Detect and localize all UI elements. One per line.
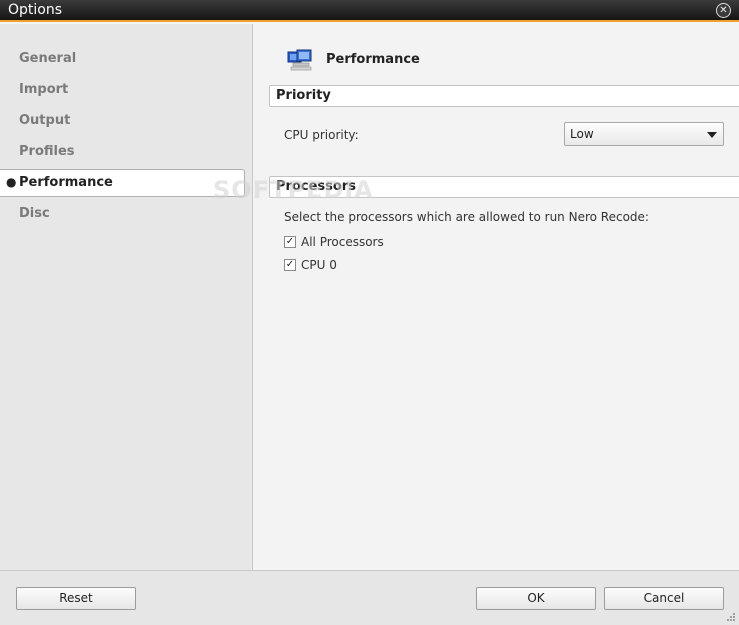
chevron-down-icon	[707, 132, 717, 138]
resize-grip-icon[interactable]	[726, 612, 736, 622]
reset-button[interactable]: Reset	[16, 587, 136, 610]
sidebar-item-label: Disc	[19, 206, 50, 221]
checkbox-label: CPU 0	[301, 258, 337, 272]
watermark: SOFTPEDIA	[213, 176, 374, 204]
computers-icon	[287, 49, 312, 71]
title-bar: Options ✕	[0, 0, 739, 22]
sidebar-item-label: Performance	[19, 175, 113, 190]
priority-section-header: Priority	[269, 85, 739, 107]
sidebar-item-label: Import	[19, 82, 69, 97]
sidebar-item-label: Profiles	[19, 144, 75, 159]
content-panel: Performance Priority CPU priority: Low P…	[254, 24, 739, 570]
selected-bullet-icon: ●	[6, 175, 17, 189]
sidebar-item-general[interactable]: General	[0, 46, 245, 73]
page-title: Performance	[326, 52, 420, 67]
sidebar-item-performance[interactable]: ● Performance	[0, 169, 245, 197]
checkmark-icon[interactable]: ✓	[284, 259, 296, 271]
cpu-priority-select[interactable]: Low	[564, 122, 724, 146]
sidebar-item-import[interactable]: Import	[0, 77, 245, 104]
sidebar: General Import Output Profiles ● Perform…	[0, 24, 253, 570]
section-title: Priority	[276, 88, 331, 103]
sidebar-item-label: General	[19, 51, 77, 66]
footer-bar: Reset OK Cancel	[0, 570, 739, 625]
close-icon[interactable]: ✕	[716, 3, 731, 18]
sidebar-item-output[interactable]: Output	[0, 108, 245, 135]
sidebar-item-disc[interactable]: Disc	[0, 201, 245, 228]
checkmark-icon[interactable]: ✓	[284, 236, 296, 248]
processors-instruction: Select the processors which are allowed …	[284, 210, 649, 224]
ok-button[interactable]: OK	[476, 587, 596, 610]
cancel-button[interactable]: Cancel	[604, 587, 724, 610]
sidebar-item-profiles[interactable]: Profiles	[0, 139, 245, 166]
cpu-priority-label: CPU priority:	[284, 128, 359, 142]
sidebar-item-label: Output	[19, 113, 71, 128]
window-title: Options	[8, 2, 63, 18]
checkbox-label: All Processors	[301, 235, 384, 249]
cpu-priority-value: Low	[570, 127, 594, 141]
